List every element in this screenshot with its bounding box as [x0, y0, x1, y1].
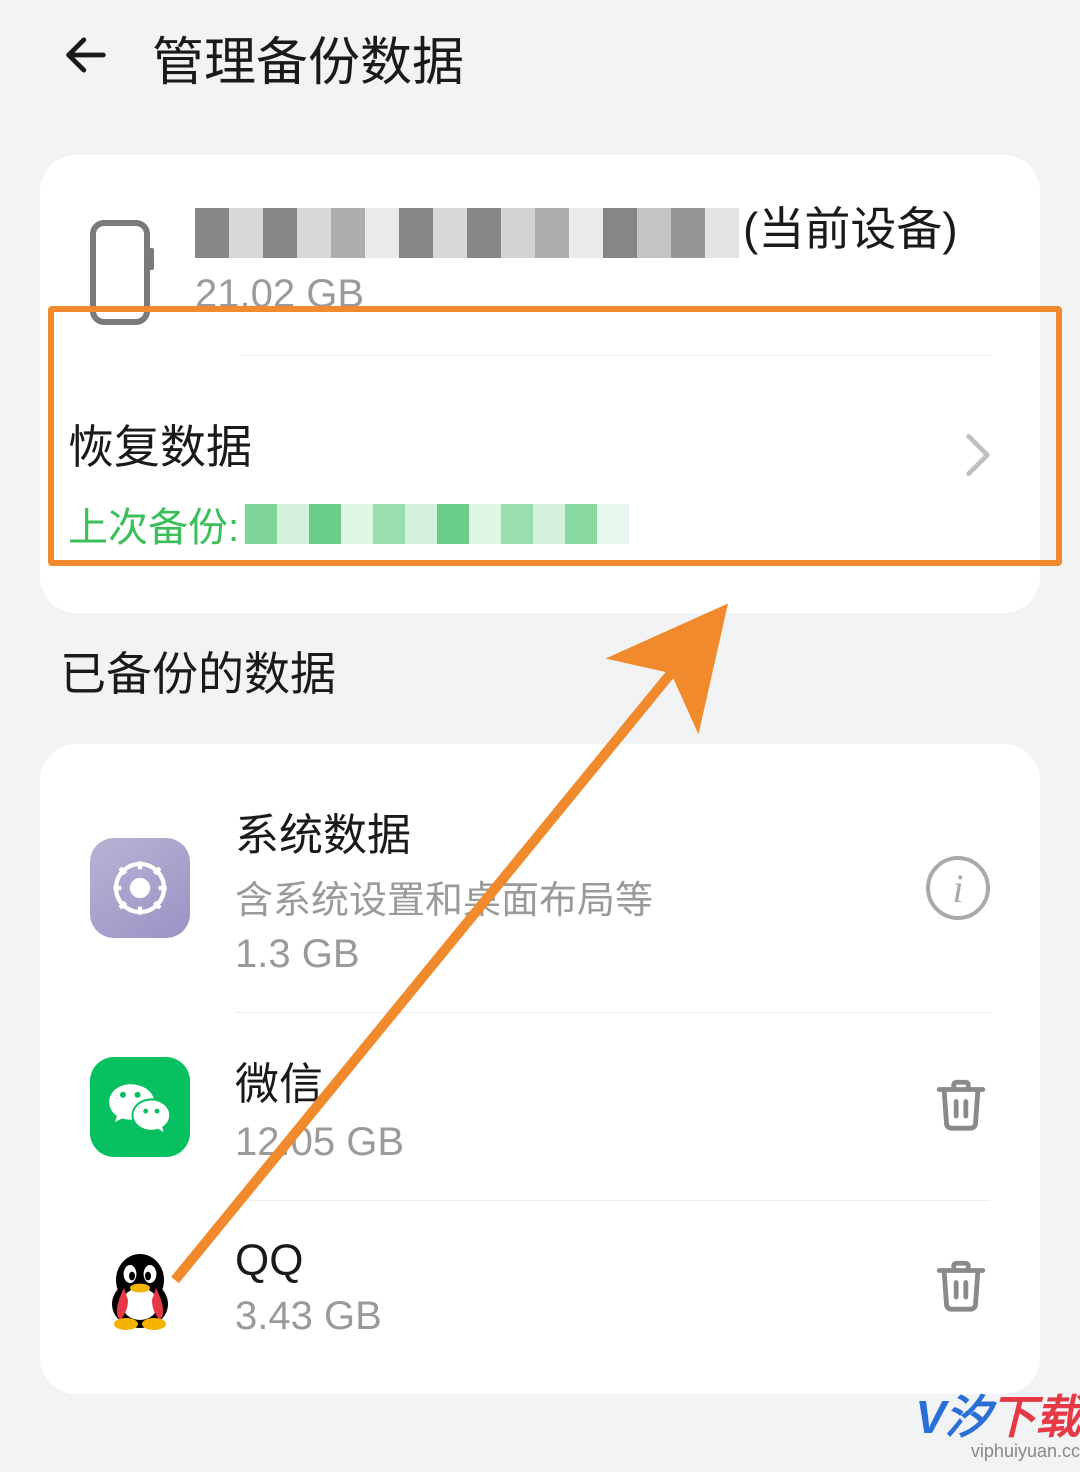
delete-button[interactable] — [932, 1253, 990, 1322]
wechat-icon — [90, 1057, 190, 1157]
device-size: 21.02 GB — [195, 272, 990, 317]
section-header-backed-up: 已备份的数据 — [60, 638, 1020, 704]
device-name: (当前设备) — [195, 195, 990, 264]
restore-last-backup: 上次备份: — [68, 495, 990, 553]
header-bar: 管理备份数据 — [0, 0, 1080, 125]
list-item-qq[interactable]: QQ 3.43 GB — [40, 1201, 1040, 1374]
qq-icon — [90, 1238, 190, 1338]
phone-icon — [90, 220, 150, 325]
page-title: 管理备份数据 — [152, 20, 464, 95]
backup-list-card: 系统数据 含系统设置和桌面布局等 1.3 GB i 微信 12.05 GB — [40, 744, 1040, 1394]
chevron-right-icon — [964, 431, 992, 484]
item-size: 3.43 GB — [235, 1294, 887, 1339]
delete-button[interactable] — [932, 1072, 990, 1141]
system-settings-icon — [90, 838, 190, 938]
watermark: V汐下载 viphuiyuan.cc — [915, 1381, 1080, 1462]
item-title: 微信 — [235, 1048, 887, 1112]
device-row[interactable]: (当前设备) 21.02 GB — [40, 155, 1040, 335]
item-size: 12.05 GB — [235, 1120, 887, 1165]
redacted-backup-time — [245, 504, 629, 544]
list-item-wechat[interactable]: 微信 12.05 GB — [40, 1013, 1040, 1200]
restore-title: 恢复数据 — [68, 411, 990, 477]
back-arrow-icon[interactable] — [60, 29, 112, 86]
redacted-device-name — [195, 208, 739, 258]
item-title: 系统数据 — [235, 799, 881, 863]
device-card: (当前设备) 21.02 GB 恢复数据 上次备份: — [40, 155, 1040, 613]
item-size: 1.3 GB — [235, 932, 881, 977]
list-item-system[interactable]: 系统数据 含系统设置和桌面布局等 1.3 GB i — [40, 764, 1040, 1012]
item-desc: 含系统设置和桌面布局等 — [235, 869, 881, 924]
info-button[interactable]: i — [926, 856, 990, 920]
item-title: QQ — [235, 1236, 887, 1286]
device-suffix: (当前设备) — [743, 203, 958, 255]
restore-data-row[interactable]: 恢复数据 上次备份: — [40, 356, 1040, 613]
